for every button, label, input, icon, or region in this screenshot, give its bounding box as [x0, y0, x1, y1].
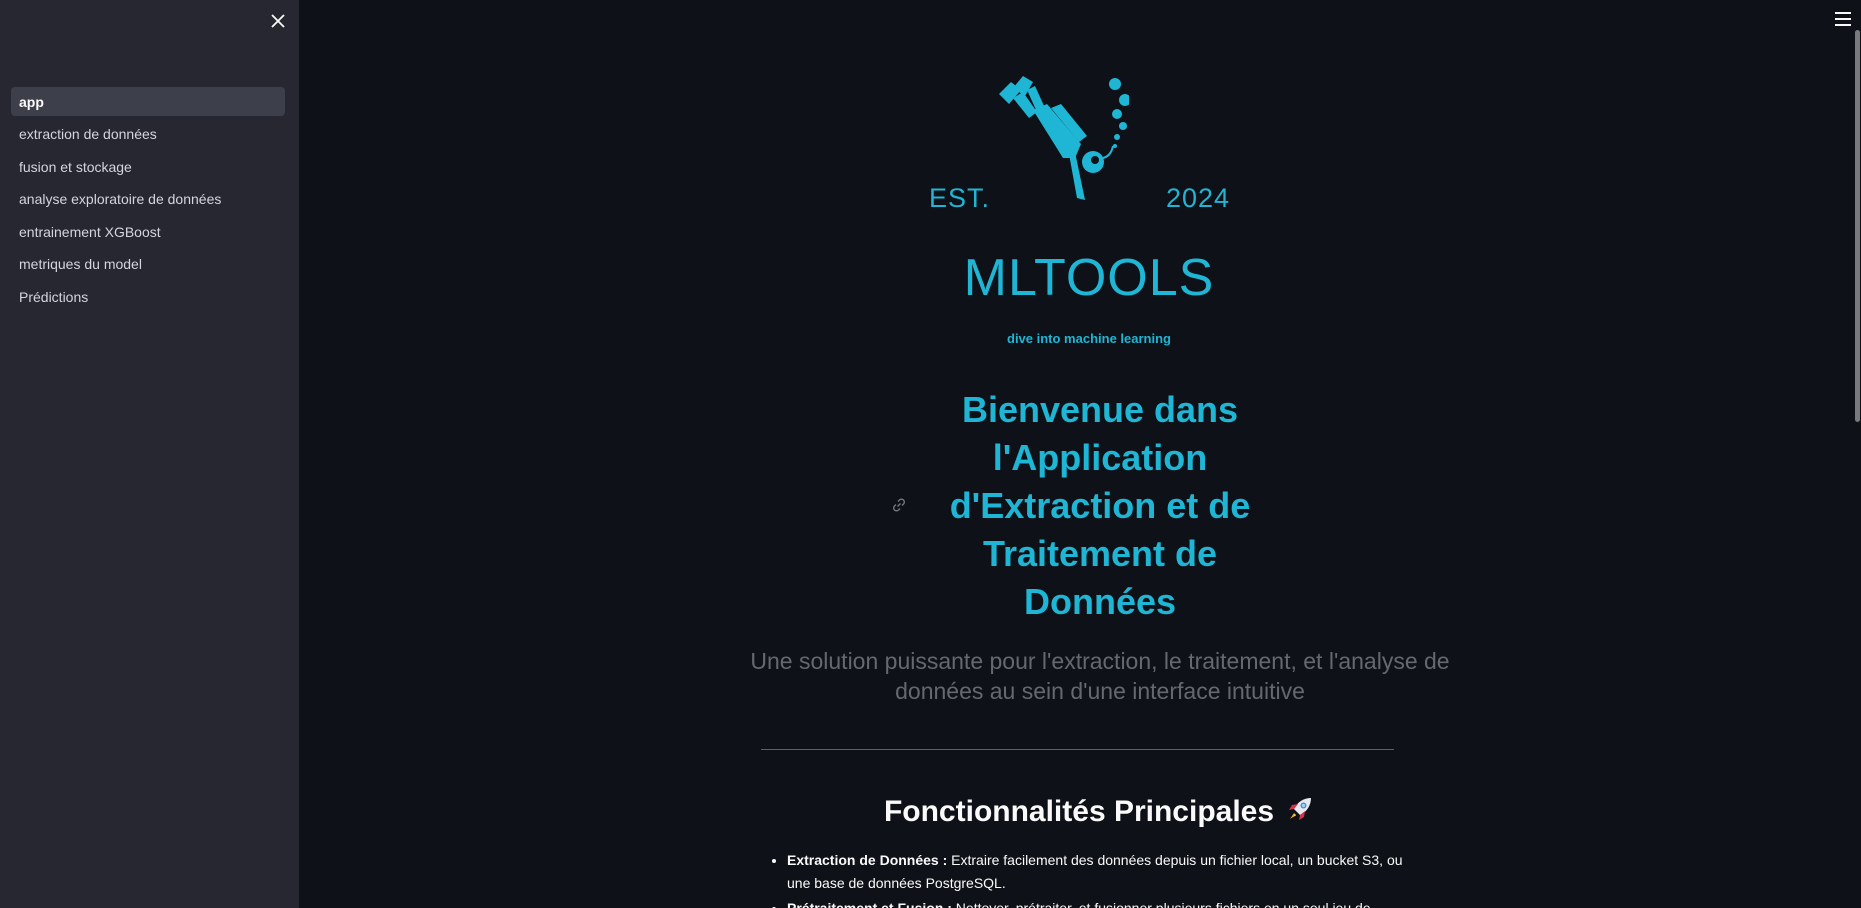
hamburger-line: [1835, 24, 1851, 26]
hamburger-menu-icon[interactable]: [1835, 12, 1851, 26]
sidebar-item-metriques-du-model[interactable]: metriques du model: [11, 250, 285, 279]
page-title: Bienvenue dans l'Application d'Extractio…: [949, 389, 1251, 622]
sidebar-item-extraction-de-donnees[interactable]: extraction de données: [11, 120, 285, 149]
list-item: Extraction de Données : Extraire facilem…: [787, 849, 1427, 895]
hamburger-line: [1835, 12, 1851, 14]
sidebar-item-fusion-et-stockage[interactable]: fusion et stockage: [11, 152, 285, 181]
logo-year-label: 2024: [1166, 183, 1231, 213]
sidebar-item-entrainement-xgboost[interactable]: entrainement XGBoost: [11, 217, 285, 246]
app-window: app extraction de données fusion et stoc…: [0, 0, 1861, 908]
hamburger-line: [1835, 18, 1851, 20]
feature-name: Prétraitement et Fusion :: [787, 900, 952, 908]
rocket-icon: [1289, 798, 1312, 820]
sidebar-item-predictions[interactable]: Prédictions: [11, 282, 285, 311]
feature-name: Extraction de Données :: [787, 852, 948, 868]
scrollbar[interactable]: [1853, 0, 1861, 908]
scuba-diver-icon: [999, 76, 1129, 200]
logo-name: MLTOOLS: [963, 249, 1215, 307]
features-title-text: Fonctionnalités Principales: [883, 795, 1275, 828]
logo: EST. 2024 MLTOOLS dive into machine lear…: [929, 76, 1249, 355]
sidebar-nav: app extraction de données fusion et stoc…: [11, 87, 285, 315]
divider: [761, 749, 1394, 750]
main-content: EST. 2024 MLTOOLS dive into machine lear…: [299, 0, 1861, 908]
list-item: Prétraitement et Fusion : Nettoyer, prét…: [787, 897, 1427, 908]
scrollbar-thumb[interactable]: [1855, 30, 1860, 422]
sidebar-item-app[interactable]: app: [11, 87, 285, 116]
features-list: Extraction de Données : Extraire facilem…: [761, 849, 1427, 908]
sidebar: app extraction de données fusion et stoc…: [0, 0, 299, 908]
page-subtitle: Une solution puissante pour l'extraction…: [750, 648, 1450, 704]
logo-tagline: dive into machine learning: [1007, 331, 1171, 346]
logo-est-label: EST.: [929, 183, 991, 213]
features-title: Fonctionnalités Principales: [750, 791, 1450, 833]
sidebar-item-analyse-exploratoire[interactable]: analyse exploratoire de données: [11, 185, 285, 214]
link-icon[interactable]: [891, 497, 907, 513]
close-icon[interactable]: [268, 12, 288, 32]
close-icon-glyph: [271, 14, 285, 28]
